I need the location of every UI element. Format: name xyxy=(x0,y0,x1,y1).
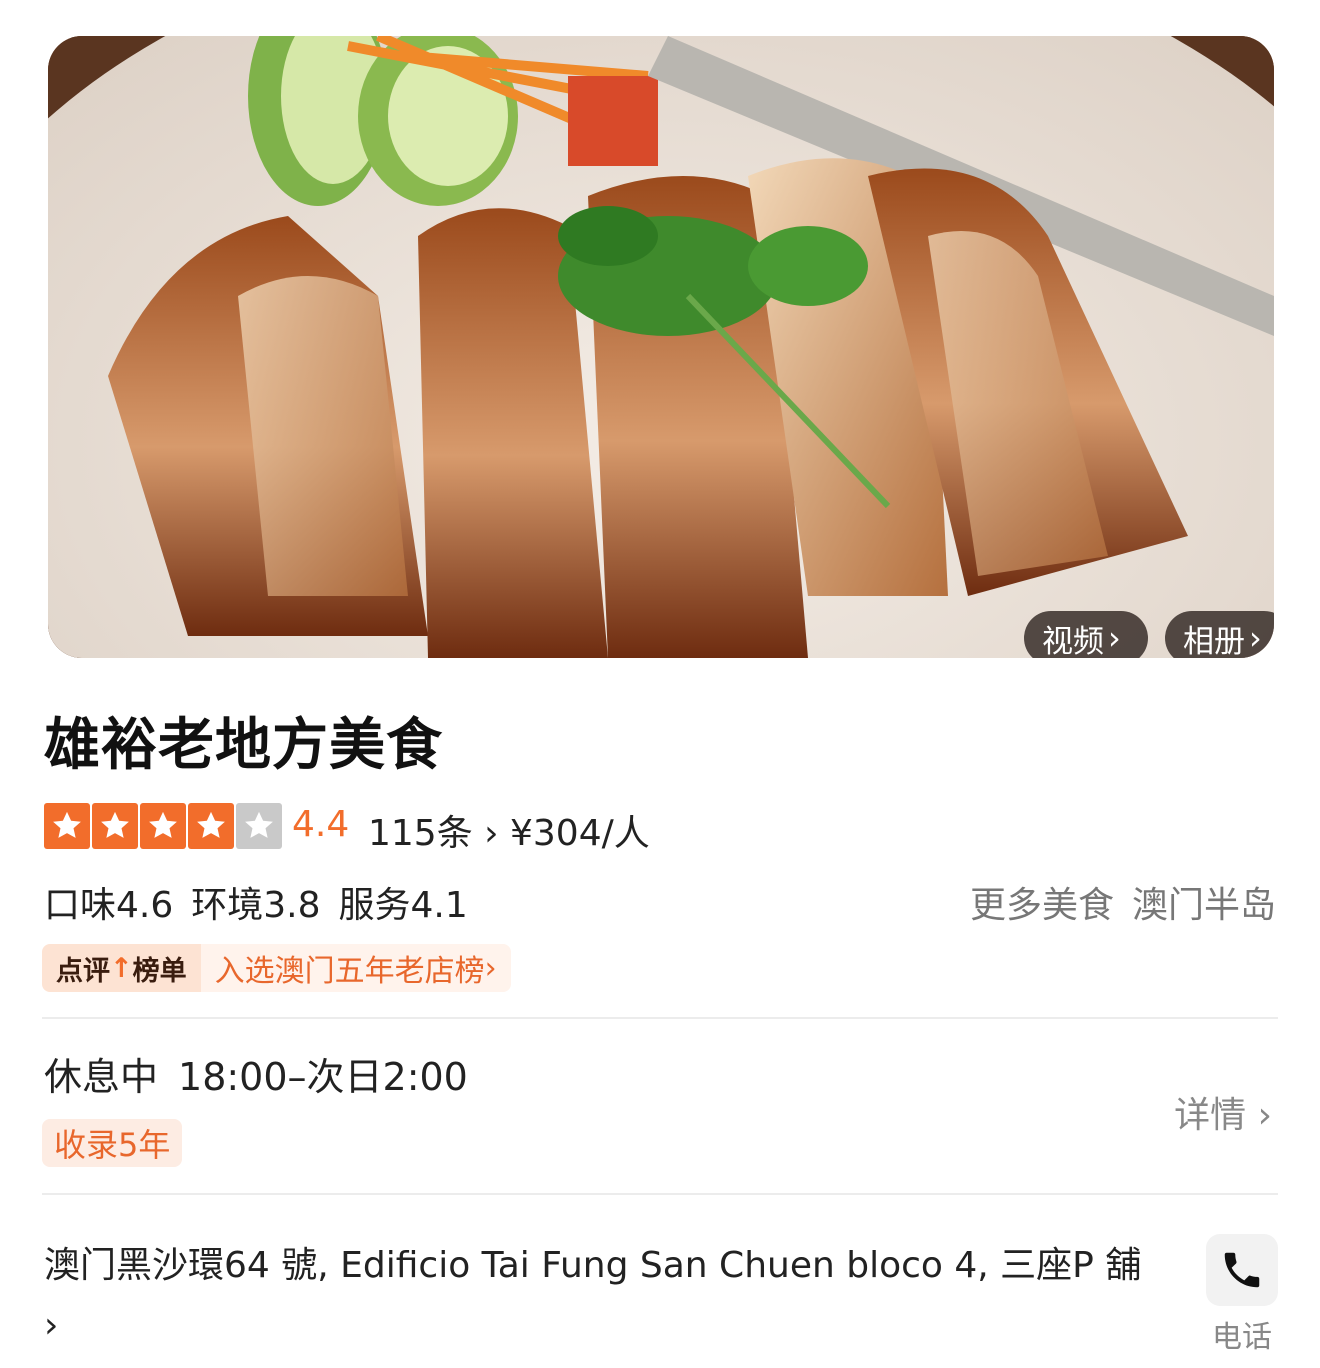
divider xyxy=(42,1193,1278,1195)
ranking-tag-right: 榜单 xyxy=(132,955,187,987)
more-food-link[interactable]: 更多美食 澳门半岛 xyxy=(952,876,1276,928)
ranking-tag: 点评 ↑ 榜单 xyxy=(42,944,201,992)
phone-button[interactable] xyxy=(1206,1234,1278,1306)
address-text: 澳门黑沙環64 號, Edificio Tai Fung San Chuen b… xyxy=(44,1245,1142,1286)
more-food-label: 更多美食 xyxy=(969,885,1114,926)
review-count-link[interactable]: 115条 › xyxy=(368,804,499,856)
chevron-right-icon: › xyxy=(44,1305,59,1346)
detail-label: 详情 xyxy=(1174,1095,1247,1136)
divider xyxy=(42,1017,1278,1019)
hero-photo[interactable]: 视频 › 相册 › xyxy=(48,36,1274,658)
ranking-text: 入选澳门五年老店榜 › xyxy=(200,944,511,992)
area-label: 澳门半岛 xyxy=(1131,885,1276,926)
years-badge: 收录5年 xyxy=(42,1119,183,1167)
star-icon xyxy=(44,803,90,849)
open-status: 休息中 xyxy=(44,1055,159,1099)
score-service: 服务4.1 xyxy=(338,885,468,926)
shop-name: 雄裕老地方美食 xyxy=(44,713,443,778)
chevron-right-icon: › xyxy=(1108,619,1121,657)
chevron-right-icon: › xyxy=(484,813,499,854)
star-icon xyxy=(92,803,138,849)
star-icon xyxy=(236,803,282,849)
chevron-right-icon: › xyxy=(484,950,497,986)
price-per-person: ¥304/人 xyxy=(510,813,650,854)
up-arrow-icon: ↑ xyxy=(110,952,133,984)
ranking-badge[interactable]: 点评 ↑ 榜单 入选澳门五年老店榜 › xyxy=(42,944,511,992)
business-hours: 休息中 18:00–次日2:00 xyxy=(44,1046,468,1101)
review-count: 115条 xyxy=(368,813,473,854)
sub-scores: 口味4.6 环境3.8 服务4.1 xyxy=(44,876,486,928)
rating-score: 4.4 xyxy=(292,804,350,845)
hours-time: 18:00–次日2:00 xyxy=(178,1055,468,1099)
phone-label: 电话 xyxy=(1212,1320,1272,1355)
address-link[interactable]: 澳门黑沙環64 號, Edificio Tai Fung San Chuen b… xyxy=(44,1236,1164,1356)
phone-icon xyxy=(1224,1252,1260,1288)
album-button[interactable]: 相册 › xyxy=(1165,611,1274,658)
video-button[interactable]: 视频 › xyxy=(1024,611,1148,658)
score-taste: 口味4.6 xyxy=(44,885,174,926)
star-icon xyxy=(140,803,186,849)
album-label: 相册 xyxy=(1183,623,1245,659)
chevron-right-icon: › xyxy=(1249,619,1262,657)
score-environment: 环境3.8 xyxy=(191,885,321,926)
star-icon xyxy=(188,803,234,849)
food-photo xyxy=(48,36,1274,658)
ranking-tag-left: 点评 xyxy=(56,955,110,987)
chevron-right-icon: › xyxy=(1257,1095,1272,1136)
star-rating xyxy=(44,803,282,849)
video-label: 视频 xyxy=(1042,623,1104,659)
detail-link[interactable]: 详情 › xyxy=(1174,1086,1272,1138)
ranking-label: 入选澳门五年老店榜 xyxy=(214,954,485,989)
